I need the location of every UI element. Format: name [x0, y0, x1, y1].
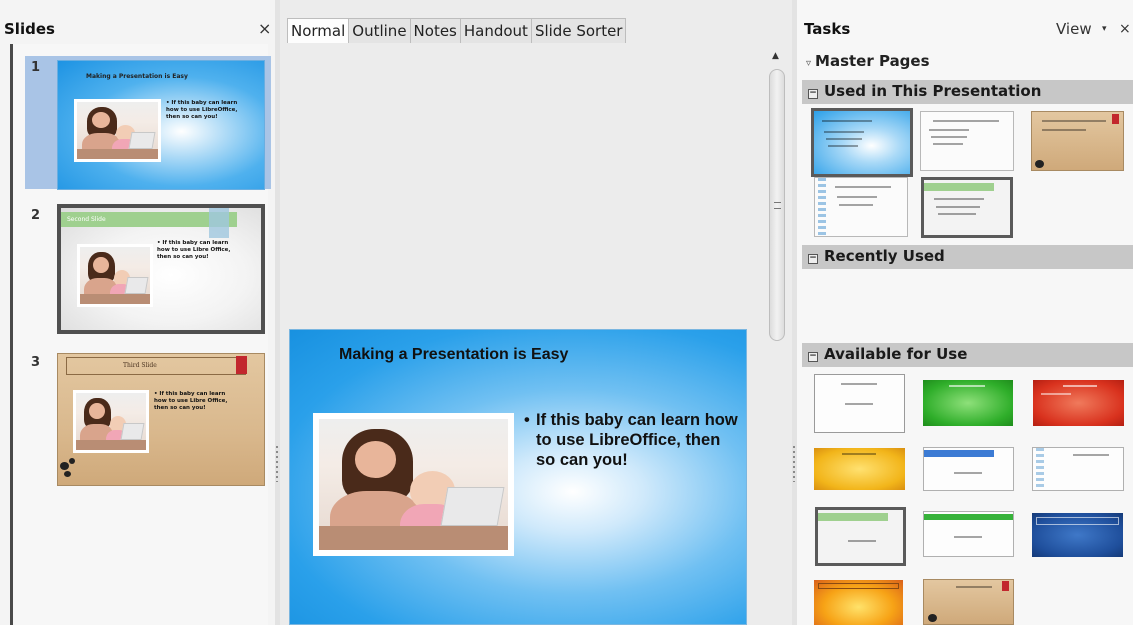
paw-print-icon [60, 462, 69, 470]
vertical-scrollbar[interactable]: ▲ [763, 43, 792, 625]
tab-slide-sorter[interactable]: Slide Sorter [530, 18, 627, 43]
master-template-thumbnail[interactable] [923, 447, 1014, 491]
bullet-text: If this baby can learn how to use LibreO… [536, 411, 738, 469]
current-slide[interactable]: Making a Presentation is Easy • If this … [289, 329, 747, 625]
master-template-thumbnail[interactable] [920, 111, 1014, 171]
master-template-thumbnail[interactable] [815, 507, 906, 566]
grip-icon [774, 202, 781, 209]
tab-normal[interactable]: Normal [287, 18, 350, 43]
slide-thumbnail-title: Third Slide [123, 362, 157, 369]
master-template-thumbnail[interactable] [814, 374, 905, 433]
slide-bullet-text[interactable]: • If this baby can learn how to use Libr… [524, 410, 739, 470]
bullet-dot: • [524, 411, 530, 429]
section-label: Available for Use [824, 345, 968, 363]
close-icon[interactable]: × [1119, 21, 1131, 37]
slide-thumbnail[interactable]: Second Slide • If this baby can learn ho… [57, 204, 265, 334]
view-menu-button[interactable]: View [1056, 20, 1092, 38]
slide-thumbnail-row[interactable]: 2 Second Slide • If this baby can learn … [25, 201, 271, 338]
slide-thumbnail-title: Making a Presentation is Easy [86, 73, 188, 80]
tab-notes[interactable]: Notes [409, 18, 461, 43]
section-available-for-use[interactable]: − Available for Use [802, 343, 1133, 367]
slide-thumbnail-title: Second Slide [67, 216, 106, 223]
view-tabs: Normal Outline Notes Handout Slide Sorte… [287, 18, 627, 43]
slide-number: 3 [31, 355, 41, 370]
slides-pane: Slides × 1 Making a Presentation is Easy… [0, 0, 279, 625]
master-template-thumbnail[interactable] [814, 448, 905, 490]
slide-title[interactable]: Making a Presentation is Easy [339, 346, 568, 364]
slide-thumbnail[interactable]: Third Slide • If this baby can learn how… [57, 353, 265, 486]
dropdown-arrow-icon[interactable]: ▾ [1102, 24, 1107, 34]
slides-list[interactable]: 1 Making a Presentation is Easy • If thi… [10, 44, 271, 625]
section-label: Used in This Presentation [824, 82, 1042, 100]
section-label: Recently Used [824, 247, 945, 265]
master-pages-label: Master Pages [815, 52, 930, 70]
master-template-thumbnail[interactable] [923, 511, 1014, 557]
impress-window: Slides × 1 Making a Presentation is Easy… [0, 0, 1133, 625]
master-template-thumbnail[interactable] [921, 177, 1013, 238]
tab-outline[interactable]: Outline [348, 18, 411, 43]
slide-thumbnail-row[interactable]: 3 Third Slide • If this baby can learn h… [25, 353, 271, 488]
master-template-thumbnail[interactable] [923, 579, 1014, 625]
master-template-thumbnail[interactable] [923, 380, 1013, 426]
collapse-icon: − [808, 88, 818, 99]
master-template-thumbnail[interactable] [1032, 447, 1124, 491]
close-icon[interactable]: × [258, 19, 271, 38]
section-recently-used[interactable]: − Recently Used [802, 245, 1133, 269]
tab-handout[interactable]: Handout [459, 18, 532, 43]
section-used-in-presentation[interactable]: − Used in This Presentation [802, 80, 1133, 104]
up-arrow-icon[interactable]: ▲ [772, 51, 779, 61]
scrollbar-thumb[interactable] [769, 69, 785, 341]
slide-thumbnail-photo [73, 390, 149, 453]
tasks-pane: Tasks View ▾ × ▿ Master Pages − Used in Th… [797, 0, 1133, 625]
master-template-thumbnail[interactable] [1031, 111, 1124, 171]
slide-thumbnail-photo [74, 99, 161, 162]
tasks-pane-title: Tasks [804, 20, 851, 38]
master-template-thumbnail[interactable] [814, 177, 908, 237]
slide-thumbnail-photo [77, 244, 153, 307]
slide-thumbnail-row[interactable]: 1 Making a Presentation is Easy • If thi… [25, 56, 271, 190]
collapse-icon: − [808, 253, 818, 264]
master-template-thumbnail[interactable] [1032, 513, 1123, 557]
slides-pane-title: Slides [4, 20, 55, 38]
collapse-icon: − [808, 351, 818, 362]
slide-photo[interactable] [313, 413, 514, 556]
master-template-thumbnail[interactable] [1033, 380, 1124, 426]
master-pages-header[interactable]: ▿ Master Pages [806, 52, 930, 70]
slide-canvas[interactable]: Making a Presentation is Easy • If this … [280, 43, 763, 625]
slide-number: 2 [31, 208, 41, 223]
editor-area: Normal Outline Notes Handout Slide Sorte… [280, 0, 792, 625]
master-template-thumbnail[interactable] [811, 108, 913, 177]
slide-thumbnail-bullet: • If this baby can learn how to use Libr… [166, 100, 238, 120]
slide-thumbnail-bullet: • If this baby can learn how to use Libr… [154, 391, 228, 411]
master-template-thumbnail[interactable] [814, 580, 903, 625]
slide-thumbnail[interactable]: Making a Presentation is Easy • If this … [57, 60, 265, 190]
slide-thumbnail-bullet: • If this baby can learn how to use Libr… [157, 240, 231, 260]
expand-triangle-icon: ▿ [806, 58, 812, 69]
slide-number: 1 [31, 60, 41, 75]
